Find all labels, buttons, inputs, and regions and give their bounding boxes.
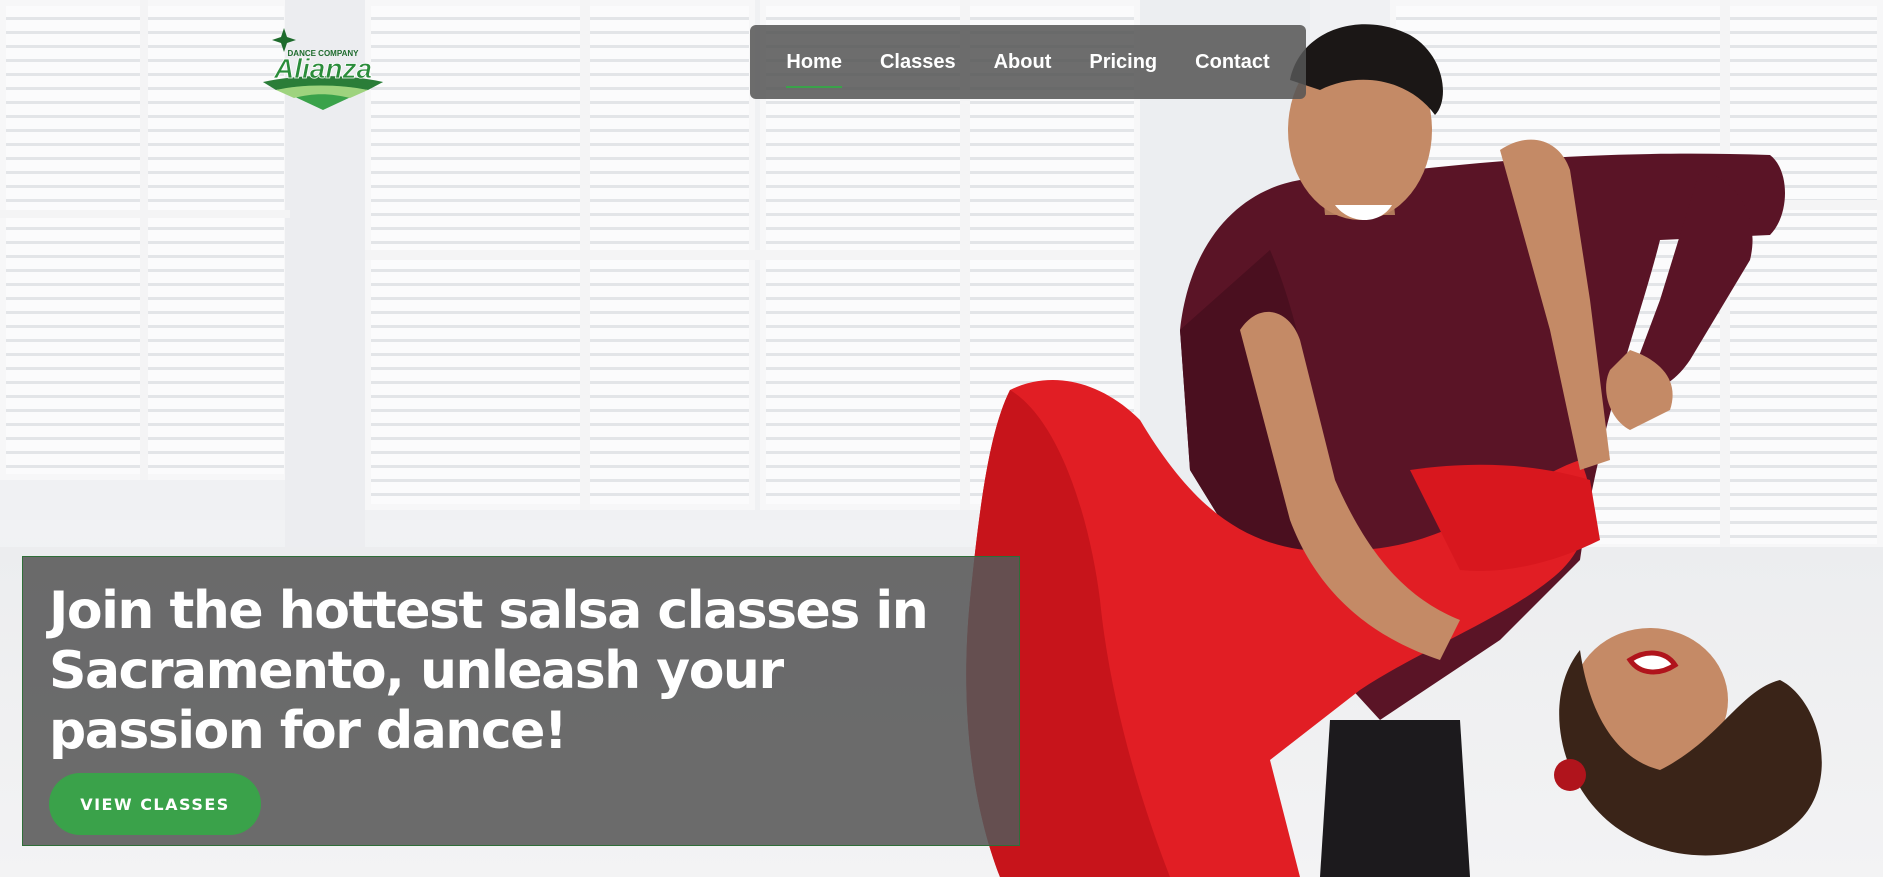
nav-link-about[interactable]: About [994,47,1052,78]
svg-text:Alianza: Alianza [273,53,372,84]
nav-link-home[interactable]: Home [786,47,842,88]
nav-link-classes[interactable]: Classes [880,47,956,78]
alianza-logo[interactable]: DANCE COMPANY Alianza [258,24,388,110]
main-navigation: Home Classes About Pricing Contact [750,25,1306,99]
nav-link-contact[interactable]: Contact [1195,47,1269,78]
alianza-logo-mark: DANCE COMPANY Alianza [263,28,383,110]
dancing-couple-image [966,24,1822,877]
hero-section: DANCE COMPANY Alianza Home Classes About… [0,0,1883,877]
hero-card: Join the hottest salsa classes in Sacram… [22,556,1020,846]
view-classes-button[interactable]: VIEW CLASSES [49,773,261,835]
hero-headline: Join the hottest salsa classes in Sacram… [49,581,929,761]
nav-link-pricing[interactable]: Pricing [1089,47,1157,78]
